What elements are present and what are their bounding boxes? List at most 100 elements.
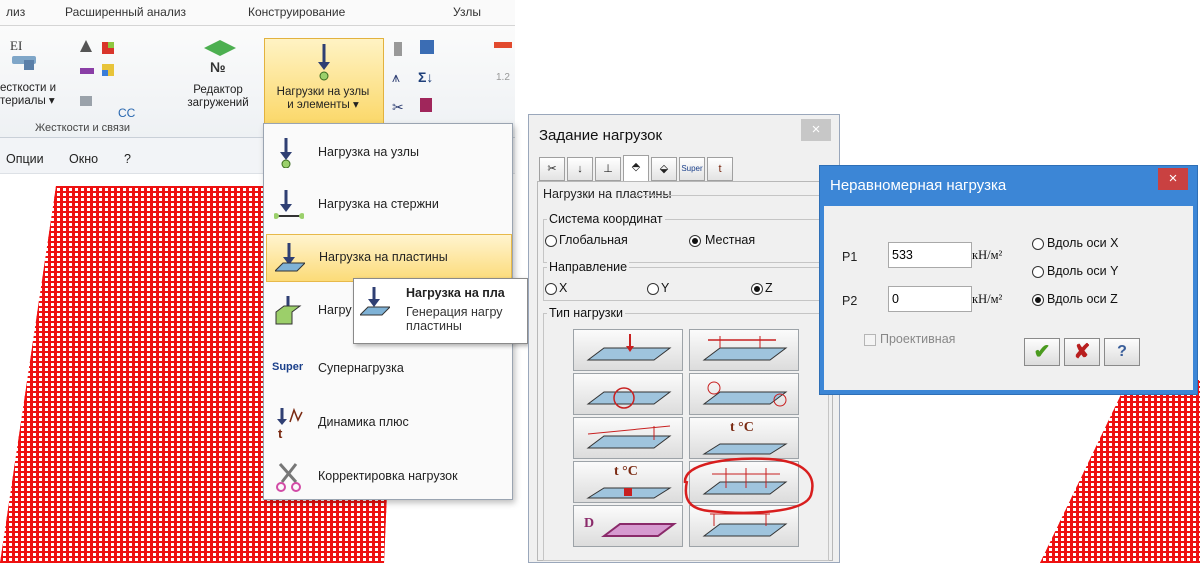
node-element-loads-label: Нагрузки на узлы и элементы ▾ [276,86,370,111]
cc-icon[interactable]: CC [118,106,135,120]
tab-scissors-icon[interactable]: ✂ [539,157,565,181]
scissors-icon [276,463,301,492]
fe-mesh-right [1040,380,1200,563]
stiffness-button[interactable]: есткости и териалы ▾ [0,82,60,108]
bar-load-icon [274,190,304,219]
radio-axis-z-label: Вдоль оси Z [1047,292,1118,306]
node-load-icon [280,138,292,168]
radio-axis-z[interactable] [1032,294,1044,306]
dialog-title: Неравномерная нагрузка [830,177,1007,194]
projective-checkbox[interactable] [864,334,876,346]
small-tools-icon[interactable] [78,38,148,118]
super-icon: Super [272,361,304,373]
load-editor-icon[interactable]: № [200,36,240,76]
volume-load-icon [275,296,302,325]
radio-axis-x[interactable] [1032,238,1044,250]
svg-text:t: t [278,426,283,438]
tab-nodes[interactable]: Узлы [453,5,481,19]
load-type-temp-gradient-button[interactable]: t °C [573,461,683,503]
plate-load-icon [275,243,305,272]
radio-dir-z-label: Z [765,281,773,295]
tooltip-text: Генерация нагру пластины [406,305,503,333]
radio-axis-x-label: Вдоль оси X [1047,236,1119,250]
tab-node-load-icon[interactable]: ↓ [567,157,593,181]
radio-global[interactable] [545,235,557,247]
radio-dir-z[interactable] [751,283,763,295]
svg-text:EI: EI [10,38,22,53]
tooltip-title: Нагрузка на пла [406,286,505,300]
tab-dynamics-icon[interactable]: t [707,157,733,181]
svg-text:⩚: ⩚ [392,69,400,85]
menu-item-dynamics[interactable]: t Динамика плюс [266,400,510,446]
help-button[interactable]: ? [1104,338,1140,366]
p1-unit: кН/м² [972,248,1003,262]
plate-load-icon [360,287,390,316]
p1-input[interactable] [888,242,972,268]
load-type-edge-button[interactable] [689,329,799,371]
node-load-icon [318,44,330,81]
menu-help[interactable]: ? [124,152,131,166]
menu-item-superload[interactable]: Super Супернагрузка [266,346,510,392]
coord-system-legend: Система координат [547,212,665,226]
load-tools-icon[interactable]: ⩚ Σ↓ ✂ [390,38,470,122]
menu-item-node-load[interactable]: Нагрузка на узлы [266,130,510,176]
p2-label: P2 [842,294,858,308]
radio-global-label: Глобальная [559,233,628,247]
load-type-edge-moment-button[interactable] [689,373,799,415]
plate-load-tooltip: Нагрузка на пла Генерация нагру пластины [353,278,528,344]
tab-analysis[interactable]: лиз [6,5,25,19]
section-divider [635,195,825,196]
radio-local[interactable] [689,235,701,247]
radio-dir-y-label: Y [661,281,670,295]
menu-item-load-correction[interactable]: Корректировка нагрузок [266,454,510,500]
radio-local-label: Местная [705,233,756,247]
section-title: Нагрузки на пластины [543,187,672,201]
load-assignment-dialog: Задание нагрузок × ✂ ↓ ⊥ ⬘ ⬙ Super t Наг… [528,114,840,563]
load-type-uniform-button[interactable] [573,329,683,371]
stiffness-icon[interactable]: EI [6,34,42,74]
dialog-title: Задание нагрузок [539,127,663,144]
tab-bar-load-icon[interactable]: ⊥ [595,157,621,181]
p2-input[interactable] [888,286,972,312]
load-type-temperature-button[interactable]: t °C [689,417,799,459]
svg-text:1.2: 1.2 [496,72,510,83]
ribbon: EI есткости и териалы ▾ CC Жесткости и с… [0,26,515,138]
menu-window[interactable]: Окно [69,152,98,166]
close-button[interactable]: × [801,119,831,141]
svg-text:Σ↓: Σ↓ [418,69,433,85]
menu-item-plate-load[interactable]: Нагрузка на пластины [266,234,512,282]
svg-text:✂: ✂ [392,99,404,115]
tab-volume-load-icon[interactable]: ⬙ [651,157,677,181]
dialog-body: P1 кН/м² P2 кН/м² Вдоль оси X Вдоль оси … [824,206,1193,390]
p1-label: P1 [842,250,858,264]
radio-dir-x-label: X [559,281,568,295]
projective-label: Проективная [880,332,956,346]
red-annotation-ellipse [683,457,814,514]
tab-plate-load-icon[interactable]: ⬘ [623,155,649,182]
load-type-moment-button[interactable] [573,373,683,415]
load-type-trapezoid-button[interactable] [573,417,683,459]
menu-options[interactable]: Опции [6,152,44,166]
tab-advanced-analysis[interactable]: Расширенный анализ [65,5,186,19]
radio-axis-y-label: Вдоль оси Y [1047,264,1119,278]
dynamics-icon: t [277,408,303,438]
cancel-button[interactable]: ✘ [1064,338,1100,366]
radio-dir-y[interactable] [647,283,659,295]
load-editor-button[interactable]: Редактор загружений [172,84,264,110]
right-edge-icon: 1.2 [494,42,512,83]
nonuniform-load-dialog: Неравномерная нагрузка × P1 кН/м² P2 кН/… [819,165,1198,395]
ribbon-tabs: лиз Расширенный анализ Конструирование У… [0,0,515,26]
radio-dir-x[interactable] [545,283,557,295]
load-type-d-button[interactable]: D [573,505,683,547]
load-type-legend: Тип нагрузки [547,306,625,320]
radio-axis-y[interactable] [1032,266,1044,278]
group-label: Жесткости и связи [34,122,131,134]
ok-button[interactable]: ✔ [1024,338,1060,366]
menu-item-bar-load[interactable]: Нагрузка на стержни [266,182,510,228]
tab-super[interactable]: Super [679,157,705,181]
p2-unit: кН/м² [972,292,1003,306]
direction-legend: Направление [547,260,630,274]
tab-design[interactable]: Конструирование [248,5,345,19]
close-button[interactable]: × [1158,168,1188,190]
svg-text:№: № [210,59,226,75]
